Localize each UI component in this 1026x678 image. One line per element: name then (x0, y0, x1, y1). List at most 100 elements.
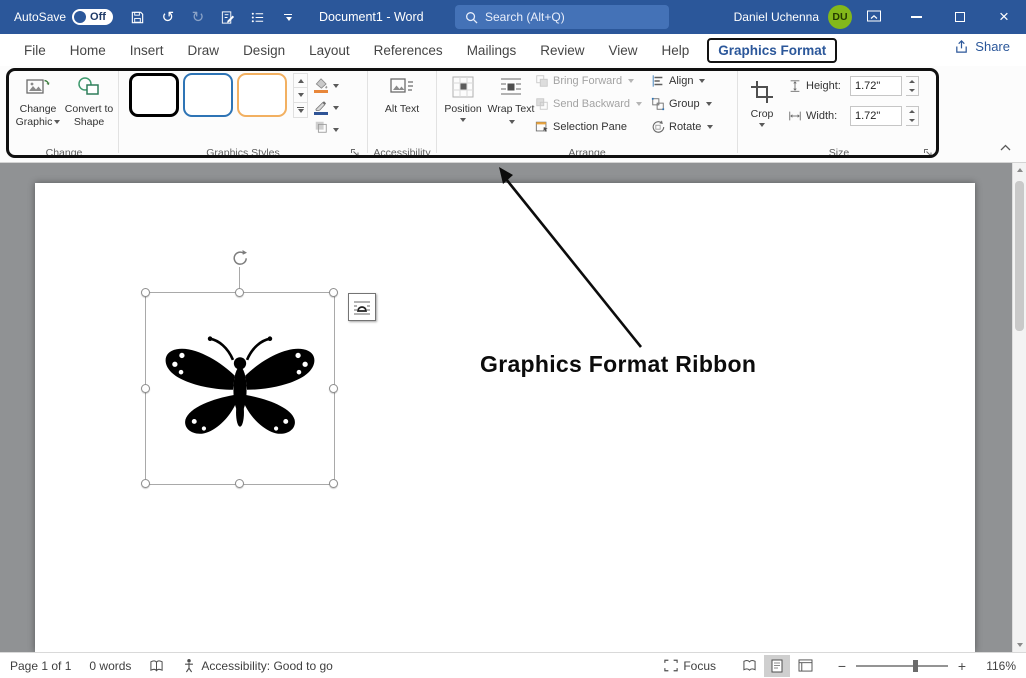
size-dialog-launcher[interactable] (922, 146, 934, 158)
position-button[interactable]: Position (439, 66, 487, 137)
tab-home[interactable]: Home (58, 38, 118, 63)
wrap-text-button[interactable]: Wrap Text (487, 66, 535, 137)
rotate-handle[interactable] (231, 249, 249, 267)
selection-handle[interactable] (141, 288, 150, 297)
scrollbar-down-icon[interactable] (1013, 638, 1026, 652)
dropdown-arrow-icon (636, 102, 642, 106)
gallery-more-button[interactable] (293, 103, 308, 118)
alt-text-icon (389, 71, 415, 103)
graphic-effects-button[interactable] (312, 120, 341, 139)
wrap-text-label: Wrap Text (488, 103, 535, 115)
convert-to-shape-icon (76, 71, 102, 103)
alt-text-button[interactable]: Alt Text (382, 66, 422, 116)
tab-help[interactable]: Help (650, 38, 702, 63)
search-box[interactable]: Search (Alt+Q) (455, 5, 669, 29)
zoom-out-button[interactable]: − (836, 658, 848, 674)
width-input[interactable] (850, 106, 902, 126)
redo-button[interactable]: ↻ (185, 4, 211, 30)
proofing-button[interactable] (149, 659, 164, 673)
graphic-fill-icon (314, 78, 328, 93)
graphic-outline-button[interactable] (312, 98, 341, 117)
group-button[interactable]: Group (651, 94, 725, 114)
rotate-label: Rotate (669, 121, 701, 133)
tab-view[interactable]: View (596, 38, 649, 63)
tab-graphics-format[interactable]: Graphics Format (707, 38, 837, 63)
zoom-slider-handle[interactable] (913, 660, 918, 672)
scrollbar-up-icon[interactable] (1013, 163, 1026, 177)
close-button[interactable]: × (982, 0, 1026, 34)
accessibility-icon (182, 658, 196, 673)
autosave-toggle[interactable]: Off (72, 9, 113, 25)
tab-draw[interactable]: Draw (176, 38, 232, 63)
align-button[interactable]: Align (651, 71, 725, 91)
read-mode-button[interactable] (736, 655, 762, 677)
selection-handle[interactable] (141, 479, 150, 488)
wrap-text-icon (498, 71, 524, 103)
tab-insert[interactable]: Insert (118, 38, 176, 63)
graphic-style-2[interactable] (183, 73, 233, 117)
tab-design[interactable]: Design (231, 38, 297, 63)
graphic-style-1[interactable] (129, 73, 179, 117)
maximize-button[interactable] (938, 0, 982, 34)
layout-options-icon (352, 297, 372, 317)
word-window: AutoSave Off ↺ ↻ Document1 - Word Search… (0, 0, 1026, 678)
maximize-icon (955, 12, 965, 22)
save-button[interactable] (125, 4, 151, 30)
scrollbar-thumb[interactable] (1015, 181, 1024, 331)
scroll-down-icon (298, 93, 304, 97)
selection-handle[interactable] (235, 479, 244, 488)
customize-quick-access-button[interactable] (275, 4, 301, 30)
selection-handle[interactable] (235, 288, 244, 297)
selection-handle[interactable] (329, 384, 338, 393)
ribbon-display-options-icon (866, 9, 882, 23)
share-button[interactable]: Share (954, 39, 1010, 54)
change-graphic-button[interactable]: Change Graphic (12, 66, 64, 128)
avatar[interactable]: DU (828, 5, 852, 29)
crop-button[interactable]: Crop (740, 71, 784, 127)
convert-to-shape-button[interactable]: Convert to Shape (64, 66, 114, 128)
selection-handle[interactable] (329, 288, 338, 297)
collapse-ribbon-button[interactable] (996, 140, 1014, 154)
zoom-level[interactable]: 116% (980, 659, 1016, 673)
graphic-fill-button[interactable] (312, 76, 341, 95)
graphics-styles-group-label: Graphics Styles (121, 147, 365, 159)
vertical-scrollbar[interactable] (1012, 163, 1026, 652)
autosave-control[interactable]: AutoSave Off (14, 9, 113, 25)
zoom-slider[interactable] (856, 665, 948, 667)
ribbon-display-options-button[interactable] (866, 9, 882, 26)
gallery-scroll-up-button[interactable] (293, 73, 308, 88)
list-button[interactable] (245, 4, 271, 30)
autosave-state: Off (90, 11, 106, 23)
tab-file[interactable]: File (12, 38, 58, 63)
tab-review[interactable]: Review (528, 38, 596, 63)
focus-button[interactable]: Focus (664, 659, 716, 673)
selection-pane-button[interactable]: Selection Pane (535, 117, 651, 137)
rotate-button[interactable]: Rotate (651, 117, 725, 137)
graphics-styles-dialog-launcher[interactable] (349, 146, 361, 158)
zoom-in-button[interactable]: + (956, 658, 968, 674)
selection-handle[interactable] (141, 384, 150, 393)
undo-button[interactable]: ↺ (155, 4, 181, 30)
send-backward-button[interactable]: Send Backward (535, 94, 651, 114)
width-stepper[interactable] (906, 106, 919, 126)
width-icon (788, 109, 802, 123)
height-stepper[interactable] (906, 76, 919, 96)
tab-layout[interactable]: Layout (297, 38, 362, 63)
selection-handle[interactable] (329, 479, 338, 488)
graphic-style-3[interactable] (237, 73, 287, 117)
selection-box[interactable] (145, 292, 335, 485)
word-count[interactable]: 0 words (89, 659, 131, 673)
print-layout-button[interactable] (764, 655, 790, 677)
gallery-scroll-down-button[interactable] (293, 88, 308, 103)
editor-button[interactable] (215, 4, 241, 30)
tab-mailings[interactable]: Mailings (455, 38, 529, 63)
bring-forward-button[interactable]: Bring Forward (535, 71, 651, 91)
layout-options-button[interactable] (348, 293, 376, 321)
page-indicator[interactable]: Page 1 of 1 (10, 659, 71, 673)
minimize-button[interactable] (894, 0, 938, 34)
user-name[interactable]: Daniel Uchenna (734, 10, 819, 24)
accessibility-status[interactable]: Accessibility: Good to go (182, 658, 332, 673)
tab-references[interactable]: References (362, 38, 455, 63)
web-layout-button[interactable] (792, 655, 818, 677)
height-input[interactable] (850, 76, 902, 96)
